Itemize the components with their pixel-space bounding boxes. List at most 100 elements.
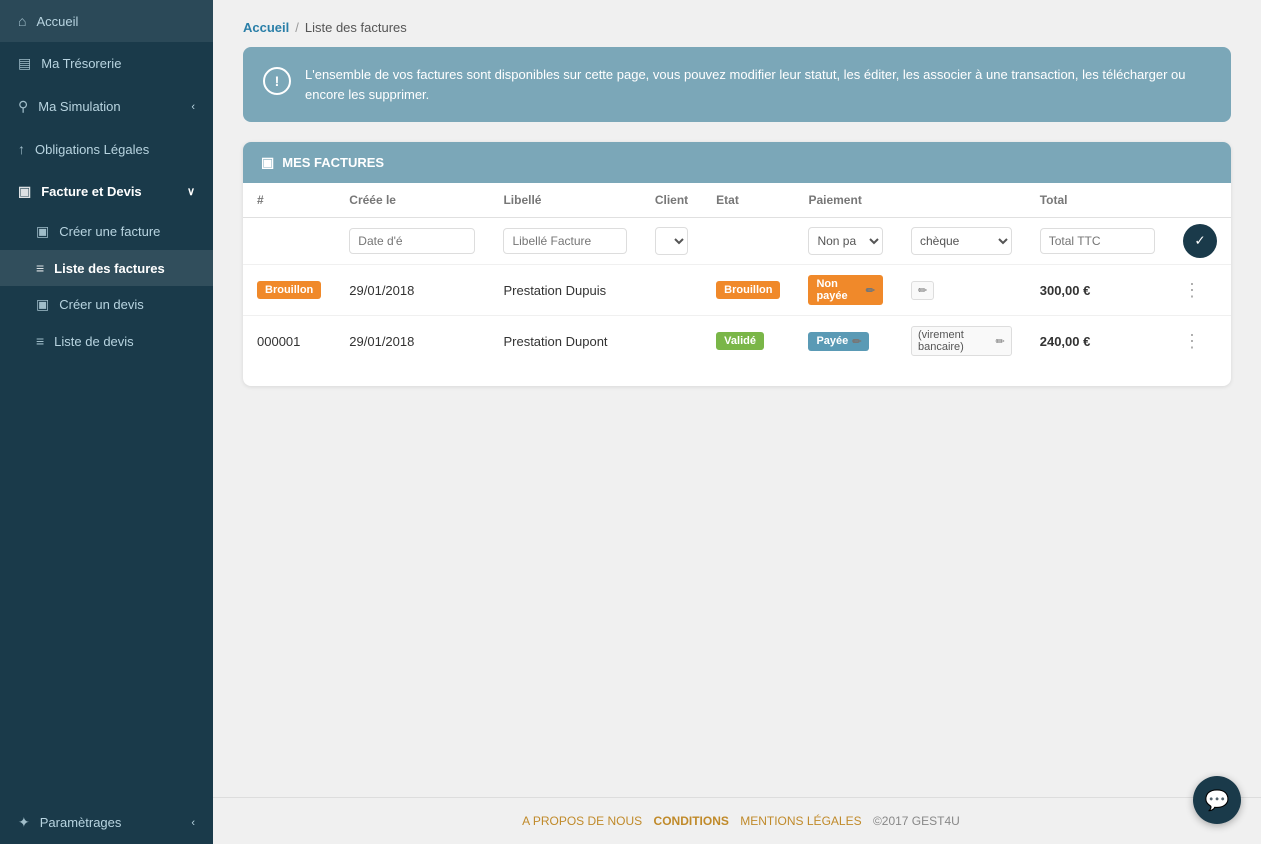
filter-total-cell	[1026, 218, 1169, 265]
sidebar-item-accueil[interactable]: ⌂ Accueil	[0, 0, 213, 42]
sidebar-sub-label: Liste des factures	[54, 261, 165, 276]
footer-copyright: ©2017 GEST4U	[873, 814, 960, 828]
col-actions	[1169, 183, 1231, 218]
filter-paiement-status-select[interactable]: Non pa	[808, 227, 883, 255]
row2-payment-edit-icon[interactable]: ✏	[852, 335, 861, 348]
info-banner: ! L'ensemble de vos factures sont dispon…	[243, 47, 1231, 122]
filter-row: Non pa chèque ✓	[243, 218, 1231, 265]
row1-more-menu[interactable]: ⋮	[1183, 280, 1202, 300]
filter-numero-cell	[243, 218, 335, 265]
chat-button[interactable]: 💬	[1193, 776, 1241, 824]
table-header-row: # Créée le Libellé Client Etat Paiement …	[243, 183, 1231, 218]
row2-paiement-method: (virement bancaire) ✏	[897, 316, 1026, 367]
facture-icon: ▣	[18, 183, 31, 200]
row2-date: 29/01/2018	[335, 316, 489, 367]
filter-client-select[interactable]	[655, 227, 688, 255]
breadcrumb-separator: /	[295, 20, 299, 35]
row1-payment-status-badge: Non payée ✏	[808, 275, 883, 305]
row1-paiement-method: ✏	[897, 265, 1026, 316]
row1-actions: ⋮	[1169, 265, 1231, 316]
simulation-icon: ⚲	[18, 98, 28, 115]
factures-card: ▣ MES FACTURES # Créée le Libellé Client…	[243, 142, 1231, 386]
row2-total: 240,00 €	[1026, 316, 1169, 367]
sidebar-sub-label: Créer une facture	[59, 224, 160, 239]
col-libelle: Libellé	[489, 183, 640, 218]
row2-method-edit-icon[interactable]: ✏	[996, 335, 1005, 348]
chevron-right-icon: ‹	[191, 101, 195, 113]
row2-libelle: Prestation Dupont	[489, 316, 640, 367]
footer: A PROPOS DE NOUS CONDITIONS MENTIONS LÉG…	[213, 797, 1261, 844]
row1-payment-edit-icon[interactable]: ✏	[866, 284, 875, 297]
row1-etat: Brouillon	[702, 265, 794, 316]
filter-date-input[interactable]	[349, 228, 475, 254]
liste-devis-icon: ≡	[36, 333, 44, 349]
filter-confirm-cell: ✓	[1169, 218, 1231, 265]
filter-paiement-status-cell: Non pa	[794, 218, 897, 265]
home-icon: ⌂	[18, 13, 26, 29]
row2-numero: 000001	[243, 316, 335, 367]
sidebar-item-label: Paramètrages	[40, 815, 122, 830]
brouillon-badge: Brouillon	[257, 281, 321, 299]
card-header: ▣ MES FACTURES	[243, 142, 1231, 183]
filter-paiement-method-cell: chèque	[897, 218, 1026, 265]
sidebar-item-label: Ma Trésorerie	[41, 56, 121, 71]
checkmark-icon: ✓	[1194, 233, 1205, 249]
sidebar-item-obligations[interactable]: ↑ Obligations Légales	[0, 128, 213, 170]
spacer	[213, 416, 1261, 797]
filter-etat-cell	[702, 218, 794, 265]
sidebar-item-facture-devis[interactable]: ▣ Facture et Devis ∨	[0, 170, 213, 213]
obligations-icon: ↑	[18, 141, 25, 157]
sidebar-sub-liste-factures[interactable]: ≡ Liste des factures	[0, 250, 213, 286]
main-content: Accueil / Liste des factures ! L'ensembl…	[213, 0, 1261, 844]
table-row: Brouillon 29/01/2018 Prestation Dupuis B…	[243, 265, 1231, 316]
row1-method-edit-icon[interactable]: ✏	[918, 284, 927, 297]
sidebar-sub-creer-devis[interactable]: ▣ Créer un devis	[0, 286, 213, 323]
filter-total-input[interactable]	[1040, 228, 1155, 254]
chevron-down-icon: ∨	[187, 185, 195, 198]
col-total: Total	[1026, 183, 1169, 218]
sidebar-sub-creer-facture[interactable]: ▣ Créer une facture	[0, 213, 213, 250]
liste-factures-icon: ≡	[36, 260, 44, 276]
row2-paiement-status: Payée ✏	[794, 316, 897, 367]
row1-date: 29/01/2018	[335, 265, 489, 316]
row2-actions: ⋮	[1169, 316, 1231, 367]
tresorerie-icon: ▤	[18, 55, 31, 72]
table-wrapper: # Créée le Libellé Client Etat Paiement …	[243, 183, 1231, 386]
creer-facture-icon: ▣	[36, 223, 49, 240]
footer-about[interactable]: A PROPOS DE NOUS	[514, 814, 653, 828]
sidebar-sub-liste-devis[interactable]: ≡ Liste de devis	[0, 323, 213, 359]
row2-payment-status-badge: Payée ✏	[808, 332, 869, 351]
card-header-title: MES FACTURES	[282, 155, 384, 170]
sidebar-item-simulation[interactable]: ⚲ Ma Simulation ‹	[0, 85, 213, 128]
filter-paiement-method-select[interactable]: chèque	[911, 227, 1012, 255]
sidebar-sub-label: Créer un devis	[59, 297, 144, 312]
row2-client	[641, 316, 702, 367]
breadcrumb-current: Liste des factures	[305, 20, 407, 35]
parametrages-icon: ✦	[18, 814, 30, 831]
filter-libelle-input[interactable]	[503, 228, 626, 254]
info-banner-text: L'ensemble de vos factures sont disponib…	[305, 65, 1211, 104]
col-numero: #	[243, 183, 335, 218]
col-paiement: Paiement	[794, 183, 1025, 218]
row2-etat: Validé	[702, 316, 794, 367]
row2-more-menu[interactable]: ⋮	[1183, 331, 1202, 351]
row1-etat-badge: Brouillon	[716, 281, 780, 299]
breadcrumb-home[interactable]: Accueil	[243, 20, 289, 35]
sidebar-item-tresorerie[interactable]: ▤ Ma Trésorerie	[0, 42, 213, 85]
chevron-right-icon: ‹	[191, 817, 195, 829]
filter-date-cell	[335, 218, 489, 265]
sidebar-item-parametrages[interactable]: ✦ Paramètrages ‹	[0, 801, 213, 844]
filter-libelle-cell	[489, 218, 640, 265]
sidebar-item-label: Accueil	[36, 14, 78, 29]
footer-conditions[interactable]: CONDITIONS	[654, 814, 729, 828]
table-row: 000001 29/01/2018 Prestation Dupont Vali…	[243, 316, 1231, 367]
footer-mentions[interactable]: MENTIONS LÉGALES	[732, 814, 873, 828]
col-client: Client	[641, 183, 702, 218]
col-etat: Etat	[702, 183, 794, 218]
row2-payment-method-badge: (virement bancaire) ✏	[911, 326, 1012, 356]
creer-devis-icon: ▣	[36, 296, 49, 313]
info-icon: !	[263, 67, 291, 95]
chat-icon: 💬	[1205, 788, 1230, 813]
filter-confirm-button[interactable]: ✓	[1183, 224, 1217, 258]
row1-libelle: Prestation Dupuis	[489, 265, 640, 316]
